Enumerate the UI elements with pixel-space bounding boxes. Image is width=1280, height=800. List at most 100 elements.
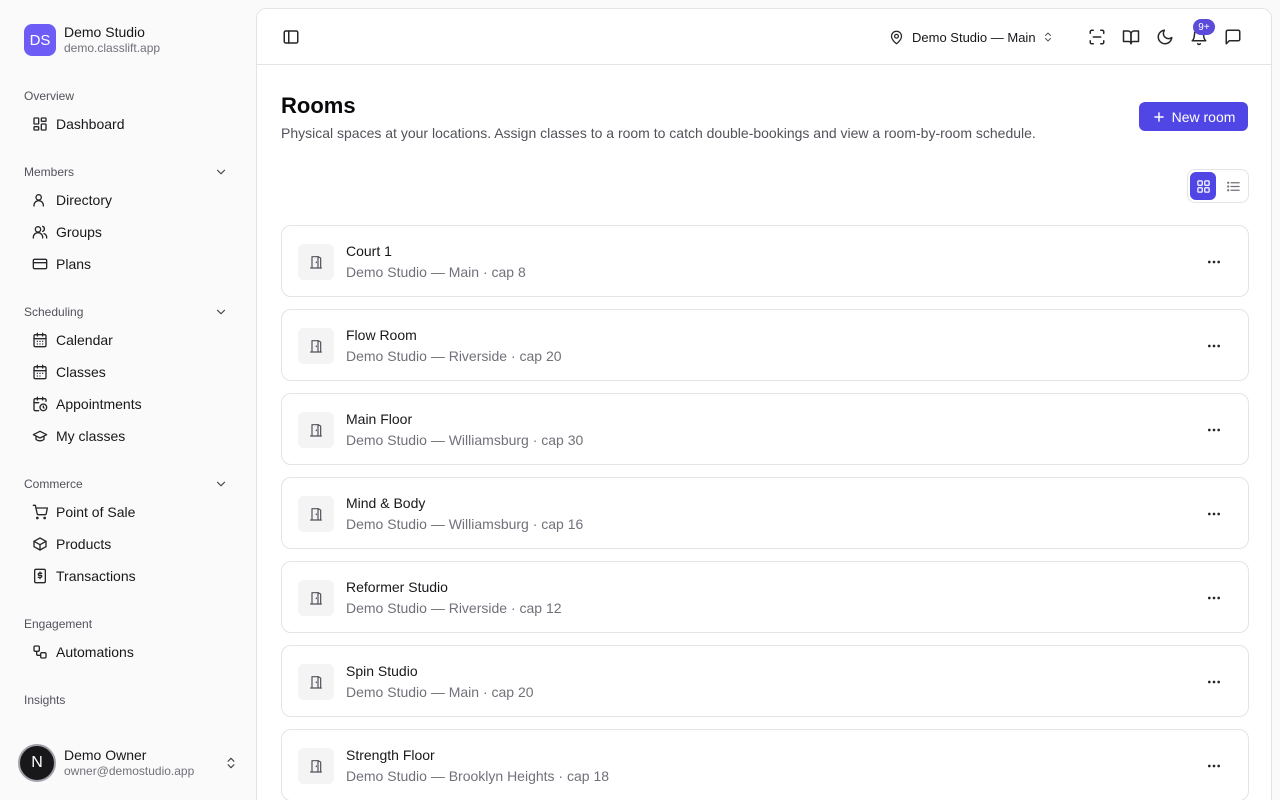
door-icon [298,412,334,448]
plus-icon [1153,111,1164,122]
user-menu[interactable]: N Demo Owner owner@demostudio.app [18,743,238,783]
rooms-list: Court 1 Demo Studio — Main · cap 8 Flow Ro… [281,225,1249,800]
room-name: Court 1 [346,243,392,259]
section-title: Scheduling [24,305,84,319]
studio-switcher[interactable]: DS Demo Studio demo.classlift.app [24,24,160,56]
room-card[interactable]: Main Floor Demo Studio — Williamsburg · c… [281,393,1249,465]
sidebar-item-label: Point of Sale [56,504,136,520]
grid-view-button[interactable] [1190,172,1216,200]
grid-icon [1196,179,1210,193]
messages-button[interactable] [1219,23,1247,51]
sidebar-item-plans[interactable]: Plans [24,248,232,280]
dashboard-icon [33,117,47,131]
package-icon [33,537,47,551]
view-toggle [1187,169,1249,203]
user-name: Demo Owner [64,747,147,763]
location-select[interactable]: Demo Studio — Main [889,23,1054,51]
door-icon [298,328,334,364]
room-actions-button[interactable] [1202,334,1226,358]
sidebar-item-automations[interactable]: Automations [24,636,232,668]
nav-section-scheduling: Scheduling Calendar Classes Appointments My … [24,300,232,452]
room-card[interactable]: Mind & Body Demo Studio — Williamsburg · … [281,477,1249,549]
toggle-sidebar-button[interactable] [277,23,305,51]
sidebar-item-directory[interactable]: Directory [24,184,232,216]
cart-icon [32,504,48,520]
more-horizontal-icon [1208,260,1220,264]
more-horizontal-icon [1208,344,1220,348]
sidebar: DS Demo Studio demo.classlift.app Overvi… [0,0,256,800]
room-actions-button[interactable] [1202,754,1226,778]
room-actions-button[interactable] [1202,670,1226,694]
theme-toggle-button[interactable] [1151,23,1179,51]
section-title: Insights [24,693,66,707]
room-details: Demo Studio — Main · cap 8 [346,264,526,280]
room-details: Demo Studio — Brooklyn Heights · cap 18 [346,768,610,784]
sidebar-item-label: Automations [56,644,134,660]
studio-logo: DS [24,24,56,56]
sidebar-item-label: Groups [56,224,102,240]
section-header[interactable]: Commerce [24,472,232,496]
sidebar-item-label: Transactions [56,568,136,584]
calendar-clock-icon [33,396,48,412]
sidebar-item-label: Plans [56,256,92,272]
nav-section-overview: Overview Dashboard [24,84,232,140]
sidebar-item-transactions[interactable]: Transactions [24,560,232,592]
sidebar-item-calendar[interactable]: Calendar [24,324,232,356]
room-name: Flow Room [346,327,417,343]
room-card[interactable]: Strength Floor Demo Studio — Brooklyn Hei… [281,729,1249,800]
top-bar: Demo Studio — Main 9+ [257,9,1271,65]
room-details: Demo Studio — Williamsburg · cap 16 [346,516,584,532]
sidebar-item-point-of-sale[interactable]: Point of Sale [24,496,232,528]
sidebar-item-classes[interactable]: Classes [24,356,232,388]
notification-badge: 9+ [1193,19,1215,35]
room-details: Demo Studio — Williamsburg · cap 30 [346,432,584,448]
new-room-button[interactable]: New room [1139,102,1248,131]
section-header[interactable]: Scheduling [24,300,232,324]
user-email: owner@demostudio.app [64,764,195,778]
moon-icon [1157,29,1173,45]
scan-button[interactable] [1083,23,1111,51]
location-label: Demo Studio — Main [912,29,1036,45]
sidebar-item-products[interactable]: Products [24,528,232,560]
main-panel: Demo Studio — Main 9+ Rooms Physical spa… [256,8,1272,800]
sidebar-item-label: Calendar [56,332,113,348]
room-actions-button[interactable] [1202,250,1226,274]
room-actions-button[interactable] [1202,418,1226,442]
sidebar-item-my-classes[interactable]: My classes [24,420,232,452]
room-card[interactable]: Court 1 Demo Studio — Main · cap 8 [281,225,1249,297]
page-title: Rooms [281,93,356,118]
door-icon [298,748,334,784]
chevron-down-icon [216,309,226,315]
graduation-cap-icon [32,430,48,442]
door-icon [298,580,334,616]
room-name: Main Floor [346,411,413,427]
more-horizontal-icon [1208,764,1220,768]
docs-button[interactable] [1117,23,1145,51]
sidebar-item-groups[interactable]: Groups [24,216,232,248]
avatar: N [18,744,56,782]
chevron-down-icon [216,169,226,175]
users-icon [32,225,48,239]
door-icon [298,244,334,280]
room-card[interactable]: Reformer Studio Demo Studio — Riverside ·… [281,561,1249,633]
nav-section-engagement: Engagement Automations [24,612,232,668]
chevrons-up-down-icon [227,757,235,769]
room-actions-button[interactable] [1202,586,1226,610]
sidebar-item-dashboard[interactable]: Dashboard [24,108,232,140]
section-header: Overview [24,84,232,108]
room-details: Demo Studio — Riverside · cap 12 [346,600,562,616]
section-header: Insights [24,688,232,712]
studio-name: Demo Studio [64,24,145,40]
room-name: Mind & Body [346,495,426,511]
room-actions-button[interactable] [1202,502,1226,526]
workflow-icon [33,645,47,659]
sidebar-item-appointments[interactable]: Appointments [24,388,232,420]
page-description: Physical spaces at your locations. Assig… [281,125,1036,141]
room-details: Demo Studio — Main · cap 20 [346,684,534,700]
sidebar-item-label: My classes [56,428,126,444]
nav-section-commerce: Commerce Point of Sale Products Transaction… [24,472,232,592]
section-header[interactable]: Members [24,160,232,184]
room-card[interactable]: Spin Studio Demo Studio — Main · cap 20 [281,645,1249,717]
list-view-button[interactable] [1220,172,1246,200]
room-card[interactable]: Flow Room Demo Studio — Riverside · cap 2… [281,309,1249,381]
